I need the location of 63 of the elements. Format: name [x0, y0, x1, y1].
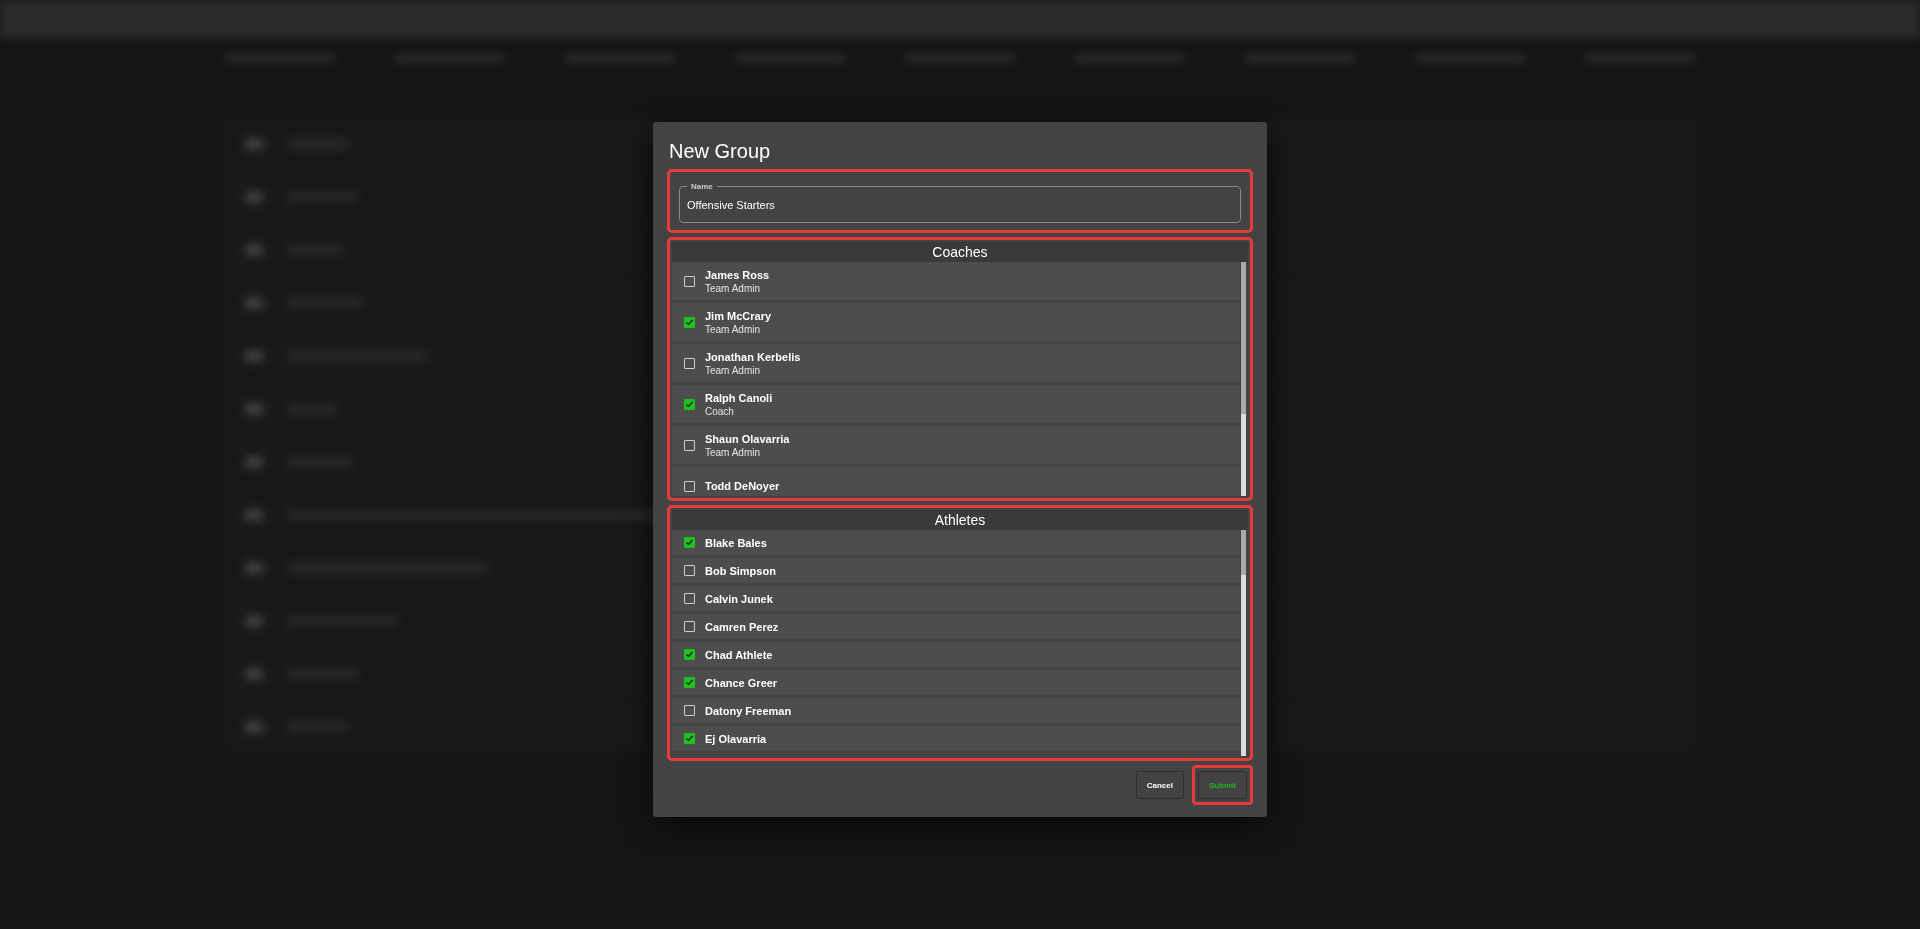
checkmark-icon: [685, 734, 694, 743]
member-role: Coach: [705, 405, 735, 417]
member-role: Team Admin: [705, 282, 762, 294]
checkmark-icon: [685, 538, 694, 547]
member-name: Chance Greer: [705, 676, 778, 689]
checkbox[interactable]: [684, 316, 695, 328]
dialog-title: New Group: [669, 140, 772, 163]
member-role: Team Admin: [705, 446, 762, 458]
checkbox[interactable]: [684, 649, 695, 660]
member-row[interactable]: Jonathan Kerbelis Team Admin: [672, 344, 1240, 382]
member-name: Bob Simpson: [705, 564, 776, 577]
scrollbar[interactable]: [1241, 262, 1246, 496]
member-name: Blake Bales: [705, 536, 767, 549]
name-input[interactable]: Offensive Starters: [687, 197, 1233, 213]
member-row[interactable]: Bob Simpson: [672, 558, 1240, 583]
member-name: Calvin Junek: [705, 592, 773, 605]
member-name: Chad Athlete: [705, 648, 773, 661]
checkmark-icon: [685, 678, 694, 687]
panel-title: Coaches: [672, 242, 1248, 262]
member-name: Todd DeNoyer: [705, 480, 780, 492]
checkbox[interactable]: [684, 621, 695, 632]
member-row[interactable]: Todd DeNoyer: [672, 467, 1240, 496]
member-name: Jonathan Kerbelis: [705, 350, 801, 363]
member-name: Ej Olavarria: [705, 732, 767, 745]
checkbox[interactable]: [684, 593, 695, 604]
checkbox[interactable]: [684, 677, 695, 688]
member-row[interactable]: Camren Perez: [672, 614, 1240, 639]
checkbox[interactable]: [684, 275, 695, 287]
member-row[interactable]: Ej Olavarria: [672, 726, 1240, 751]
member-row[interactable]: Chance Greer: [672, 670, 1240, 695]
checkbox[interactable]: [684, 565, 695, 576]
panel-title: Athletes: [672, 510, 1248, 530]
checkbox[interactable]: [684, 480, 695, 492]
member-row[interactable]: Ralph Canoli Coach: [672, 385, 1240, 423]
member-row[interactable]: Calvin Junek: [672, 586, 1240, 611]
member-row[interactable]: James Ross Team Admin: [672, 262, 1240, 300]
member-row[interactable]: Datony Freeman: [672, 698, 1240, 723]
member-name: Ralph Canoli: [705, 391, 773, 404]
name-field[interactable]: Name Offensive Starters: [679, 182, 1241, 223]
member-name: Camren Perez: [705, 620, 779, 633]
member-name: Jim McCrary: [705, 309, 772, 322]
member-row[interactable]: Blake Bales: [672, 530, 1240, 555]
member-role: Team Admin: [705, 364, 762, 376]
checkbox[interactable]: [684, 705, 695, 716]
member-row[interactable]: Chad Athlete: [672, 642, 1240, 667]
member-row[interactable]: Shaun Olavarria Team Admin: [672, 426, 1240, 464]
member-role: Team Admin: [705, 323, 762, 335]
field-label: Name: [690, 182, 714, 191]
checkbox[interactable]: [684, 439, 695, 451]
checkbox[interactable]: [684, 357, 695, 369]
submit-button[interactable]: Submit: [1197, 771, 1247, 799]
member-name: Shaun Olavarria: [705, 432, 790, 445]
cancel-button[interactable]: Cancel: [1135, 771, 1184, 799]
member-row[interactable]: Jim McCrary Team Admin: [672, 303, 1240, 341]
checkbox[interactable]: [684, 537, 695, 548]
checkbox[interactable]: [684, 733, 695, 744]
checkmark-icon: [685, 650, 694, 659]
member-name: James Ross: [705, 268, 770, 281]
scrollbar[interactable]: [1241, 530, 1246, 756]
checkbox[interactable]: [684, 398, 695, 410]
checkmark-icon: [685, 399, 694, 409]
checkmark-icon: [685, 317, 694, 327]
member-name: Datony Freeman: [705, 704, 792, 717]
